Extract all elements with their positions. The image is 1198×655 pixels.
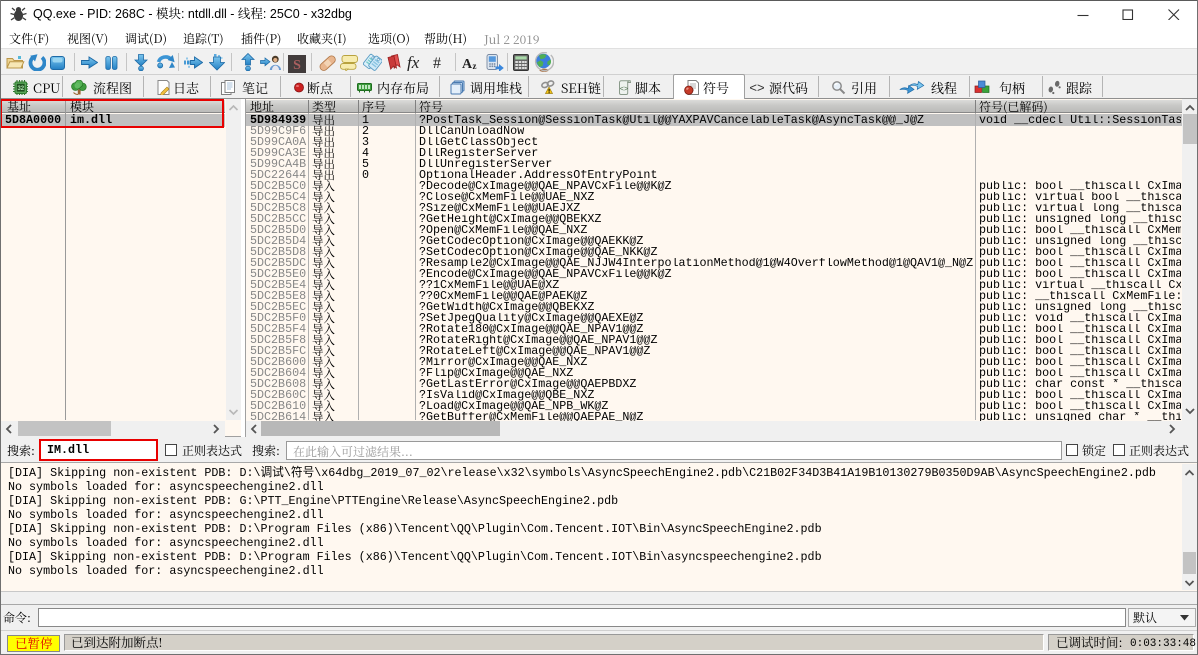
svg-text:z: z — [473, 61, 477, 70]
svg-text:S: S — [293, 58, 301, 73]
svg-text:fx: fx — [407, 53, 420, 71]
svg-text:#: # — [433, 55, 441, 71]
svg-text:<>: <> — [749, 80, 764, 95]
svg-text:32: 32 — [17, 86, 24, 92]
svg-text:<>: <> — [620, 86, 628, 94]
svg-text:A: A — [462, 57, 473, 70]
